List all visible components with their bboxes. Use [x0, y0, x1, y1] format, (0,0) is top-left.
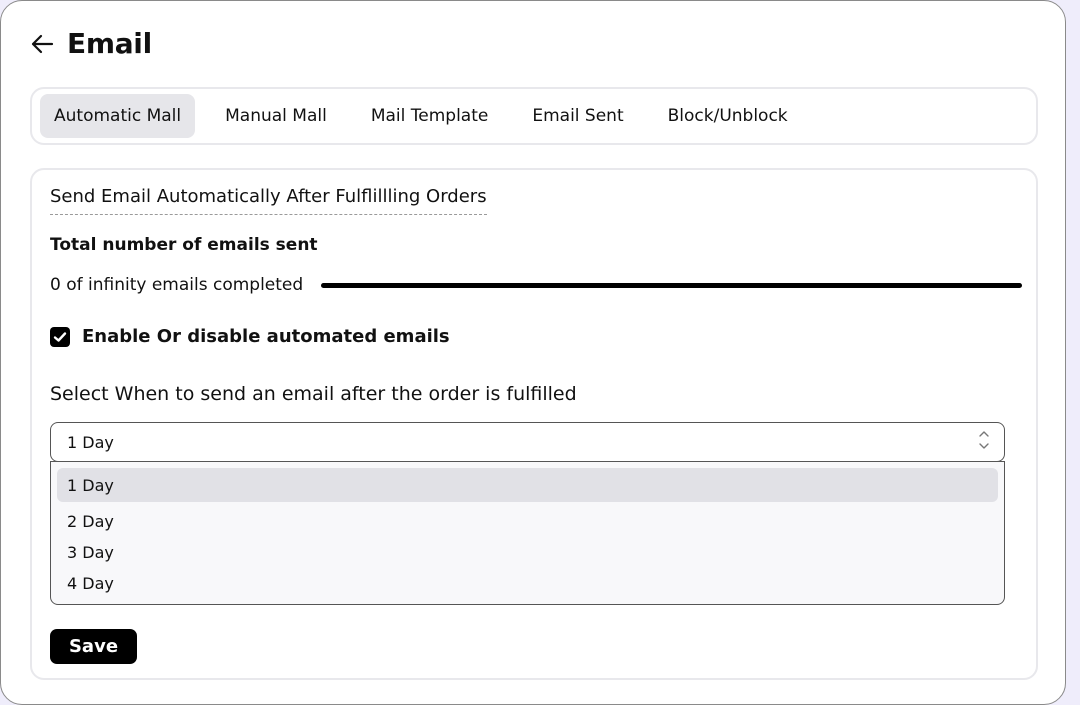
- chevron-up-icon: [979, 431, 989, 437]
- schedule-select[interactable]: 1 Day: [50, 422, 1005, 462]
- page-title: Email: [67, 27, 152, 60]
- automation-checkbox[interactable]: [50, 326, 70, 347]
- automatic-mail-panel: Send Email Automatically After Fulflilll…: [30, 168, 1038, 680]
- progress-bar: [321, 282, 1022, 288]
- schedule-option-4-day[interactable]: 4 Day: [57, 568, 998, 599]
- schedule-selected-value: 1 Day: [67, 432, 114, 452]
- select-arrows-icon: [978, 429, 990, 451]
- email-settings-window: Email Automatic Mall Manual Mall Mail Te…: [0, 0, 1066, 705]
- checkmark-icon: [53, 331, 67, 342]
- page-header: Email: [29, 27, 152, 60]
- chevron-down-icon: [979, 443, 989, 449]
- automation-checkbox-label[interactable]: Enable Or disable automated emails: [82, 326, 450, 347]
- tab-bar: Automatic Mall Manual Mall Mail Template…: [30, 87, 1038, 145]
- schedule-option-3-day[interactable]: 3 Day: [57, 537, 998, 568]
- schedule-option-1-day[interactable]: 1 Day: [57, 468, 998, 502]
- tab-mail-template[interactable]: Mail Template: [357, 94, 503, 138]
- tab-automatic-mall[interactable]: Automatic Mall: [40, 94, 196, 138]
- tab-manual-mall[interactable]: Manual Mall: [211, 94, 341, 138]
- save-button[interactable]: Save: [50, 629, 137, 664]
- tab-email-sent[interactable]: Email Sent: [518, 94, 637, 138]
- tab-block-unblock[interactable]: Block/Unblock: [654, 94, 802, 138]
- section-title: Send Email Automatically After Fulflilll…: [50, 186, 487, 215]
- schedule-label: Select When to send an email after the o…: [50, 383, 577, 405]
- schedule-option-2-day[interactable]: 2 Day: [57, 506, 998, 537]
- total-emails-label: Total number of emails sent: [50, 235, 318, 255]
- emails-progress: 0 of infinity emails completed: [50, 275, 1022, 295]
- back-button[interactable]: [29, 31, 55, 57]
- schedule-dropdown: 1 Day 2 Day 3 Day 4 Day: [50, 461, 1005, 605]
- arrow-left-icon: [31, 34, 54, 53]
- automation-toggle-row: Enable Or disable automated emails: [50, 326, 450, 347]
- progress-text: 0 of infinity emails completed: [50, 275, 304, 295]
